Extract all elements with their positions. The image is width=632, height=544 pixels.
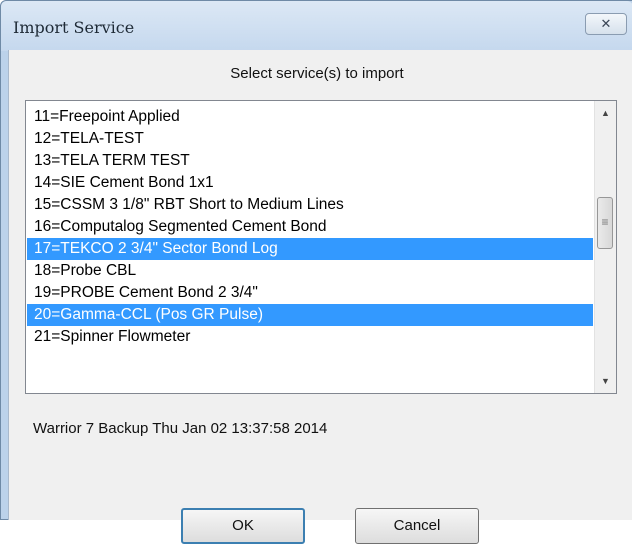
dialog-client-area: Select service(s) to import 11=Freepoint… bbox=[8, 50, 632, 544]
service-list-item[interactable]: 15=CSSM 3 1/8" RBT Short to Medium Lines bbox=[27, 194, 593, 216]
ok-button[interactable]: OK bbox=[181, 508, 305, 544]
service-list: 11=Freepoint Applied 12=TELA-TEST 13=TELA … bbox=[27, 106, 593, 393]
service-list-item[interactable]: 17=TEKCO 2 3/4" Sector Bond Log bbox=[27, 238, 593, 260]
service-list-item[interactable]: 13=TELA TERM TEST bbox=[27, 150, 593, 172]
service-list-item[interactable]: 20=Gamma-CCL (Pos GR Pulse) bbox=[27, 304, 593, 326]
prompt-label: Select service(s) to import bbox=[230, 65, 404, 82]
service-list-item[interactable]: 19=PROBE Cement Bond 2 3/4" bbox=[27, 282, 593, 304]
backup-status-text: Warrior 7 Backup Thu Jan 02 13:37:58 201… bbox=[33, 420, 328, 437]
service-list-item[interactable]: 18=Probe CBL bbox=[27, 260, 593, 282]
title-bar[interactable]: Import Service ✕ bbox=[1, 1, 632, 51]
cancel-button[interactable]: Cancel bbox=[355, 508, 479, 544]
service-list-item[interactable]: 14=SIE Cement Bond 1x1 bbox=[27, 172, 593, 194]
close-icon: ✕ bbox=[600, 16, 612, 31]
service-list-item[interactable]: 12=TELA-TEST bbox=[27, 128, 593, 150]
service-listbox[interactable]: 11=Freepoint Applied 12=TELA-TEST 13=TELA … bbox=[25, 100, 617, 394]
service-list-item[interactable]: 16=Computalog Segmented Cement Bond bbox=[27, 216, 593, 238]
service-list-item[interactable]: 21=Spinner Flowmeter bbox=[27, 326, 593, 348]
scroll-thumb[interactable]: ≡ bbox=[597, 197, 613, 249]
service-list-item[interactable]: 11=Freepoint Applied bbox=[27, 106, 593, 128]
window-title: Import Service bbox=[13, 18, 135, 37]
vertical-scrollbar[interactable]: ▲ ≡ ▼ bbox=[594, 101, 616, 393]
close-button[interactable]: ✕ bbox=[585, 13, 627, 35]
scroll-down-icon[interactable]: ▼ bbox=[595, 371, 616, 391]
scroll-up-icon[interactable]: ▲ bbox=[595, 103, 616, 123]
